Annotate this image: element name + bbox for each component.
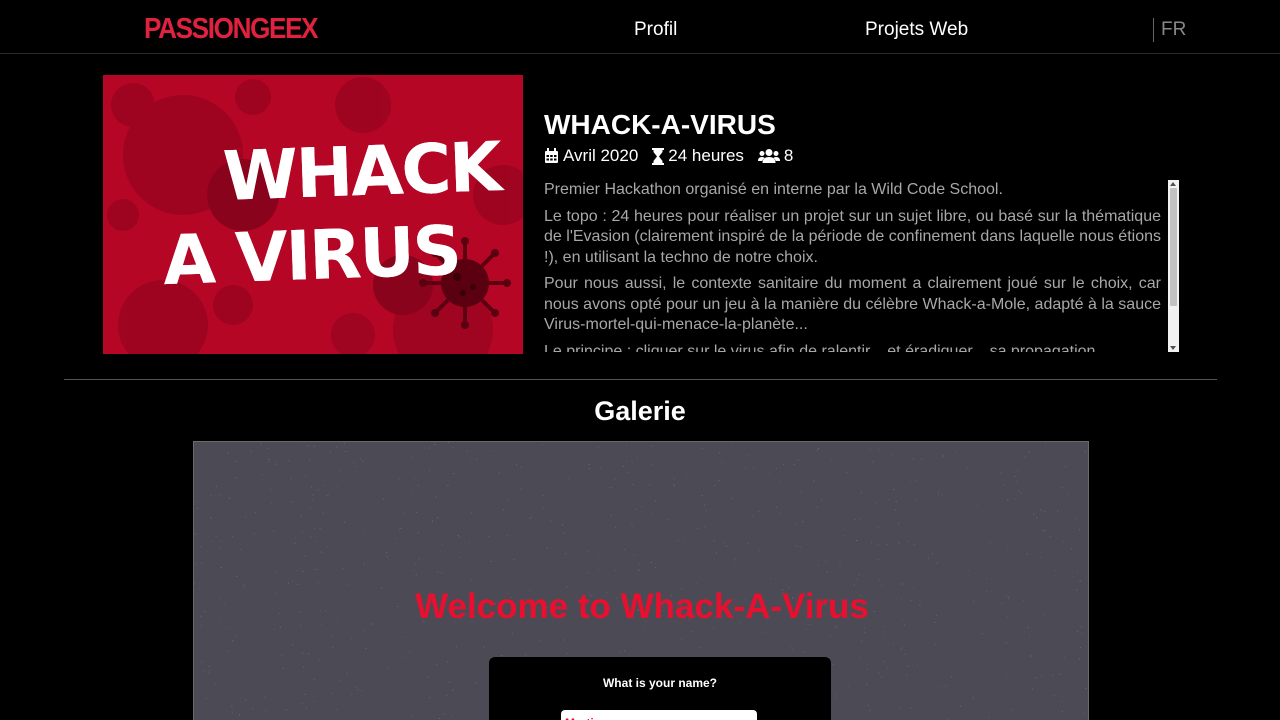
project-title: WHACK-A-VIRUS — [544, 109, 776, 140]
name-input[interactable] — [561, 710, 757, 720]
description-paragraph: Le topo : 24 heures pour réaliser un pro… — [544, 207, 1161, 266]
project-date: Avril 2020 — [544, 146, 638, 166]
nav-link-profil[interactable]: Profil — [634, 18, 677, 42]
virus-splash-graphic — [107, 77, 523, 354]
cover-title-line1: WHACK — [221, 128, 502, 217]
section-divider — [64, 379, 1217, 380]
name-form-card: What is your name? — [489, 657, 831, 720]
project-duration: 24 heures — [652, 146, 744, 166]
hourglass-icon — [652, 147, 665, 165]
description-scrollbar[interactable] — [1168, 180, 1179, 352]
cover-title-line2: A VIRUS — [161, 211, 462, 302]
site-logo[interactable]: PASSIONGEEX — [144, 12, 319, 46]
language-switcher[interactable]: FR — [1153, 18, 1186, 42]
nav-link-projets-web[interactable]: Projets Web — [865, 18, 968, 42]
project-meta: Avril 2020 24 heures 8 — [544, 145, 793, 167]
description-paragraph: Le principe : cliquer sur le virus afin … — [544, 342, 1100, 353]
description-paragraph: Premier Hackathon organisé en interne pa… — [544, 181, 1003, 198]
project-team: 8 — [757, 146, 794, 166]
gallery-heading: Galerie — [594, 396, 686, 426]
scroll-up-arrow-icon[interactable] — [1170, 182, 1176, 186]
project-cover-image: WHACK A VIRUS — [103, 75, 523, 354]
project-description[interactable]: Premier Hackathon organisé en interne pa… — [544, 180, 1179, 352]
name-prompt: What is your name? — [602, 676, 718, 690]
gallery-screenshot[interactable]: Welcome to Whack-A-Virus What is your na… — [193, 441, 1089, 720]
game-welcome-title: Welcome to Whack-A-Virus — [415, 587, 869, 626]
calendar-icon — [545, 148, 558, 163]
users-icon — [757, 149, 780, 163]
project-team-size: 8 — [783, 146, 794, 165]
description-paragraph: Pour nous aussi, le contexte sanitaire d… — [544, 275, 1161, 333]
top-navbar: PASSIONGEEX Profil Projets Web FR — [0, 0, 1280, 54]
project-date-text: Avril 2020 — [563, 146, 639, 165]
project-duration-text: 24 heures — [668, 146, 744, 165]
scrollbar-thumb[interactable] — [1170, 188, 1177, 306]
scroll-down-arrow-icon[interactable] — [1170, 346, 1176, 350]
